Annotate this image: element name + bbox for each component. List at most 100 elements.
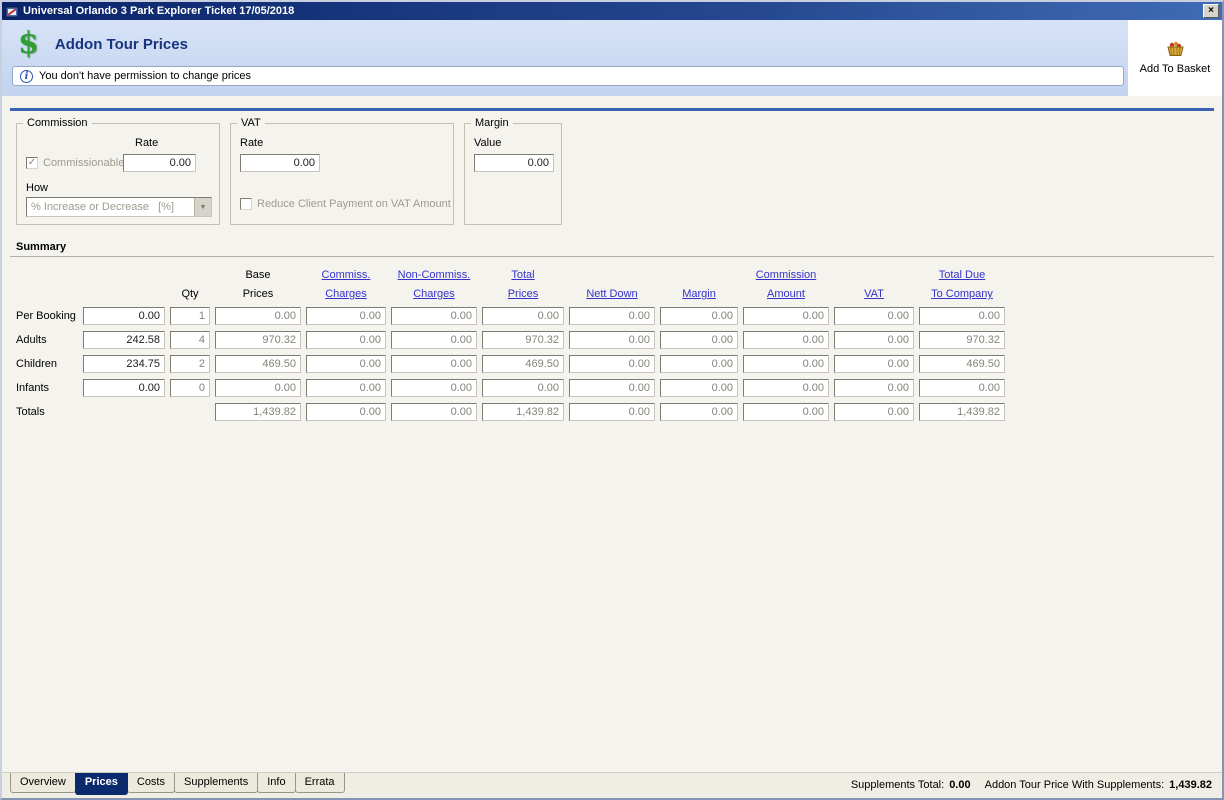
reduce-vat-checkbox[interactable]: Reduce Client Payment on VAT Amount [240,198,451,210]
perbooking-vat-field[interactable]: 0.00 [834,307,914,325]
col-commiss-header-2[interactable]: Charges [306,288,386,301]
adults-commission-field[interactable]: 0.00 [743,331,829,349]
perbooking-base-field[interactable]: 0.00 [215,307,301,325]
close-icon: × [1208,5,1214,16]
col-commission-header-1[interactable]: Commission [743,269,829,282]
totals-noncommiss-field[interactable]: 0.00 [391,403,477,421]
totals-commission-field[interactable]: 0.00 [743,403,829,421]
infants-base-field[interactable]: 0.00 [215,379,301,397]
infants-vat-field[interactable]: 0.00 [834,379,914,397]
page-title: Addon Tour Prices [54,35,188,53]
margin-value-input[interactable]: 0.00 [474,154,554,172]
infants-total-field[interactable]: 0.00 [482,379,564,397]
children-commiss-field[interactable]: 0.00 [306,355,386,373]
price-with-supplements-value: 1,439.82 [1169,779,1212,791]
infants-commiss-field[interactable]: 0.00 [306,379,386,397]
perbooking-nettdown-field[interactable]: 0.00 [569,307,655,325]
col-commission-header-2[interactable]: Amount [743,288,829,301]
tab-errata[interactable]: Errata [294,773,345,793]
perbooking-total-field[interactable]: 0.00 [482,307,564,325]
perbooking-commiss-field[interactable]: 0.00 [306,307,386,325]
col-totaldue-header-1[interactable]: Total Due [919,269,1005,282]
adults-qty-field[interactable]: 4 [170,331,210,349]
basket-icon [1164,41,1186,60]
col-vat-header[interactable]: VAT [834,288,914,301]
children-qty-field[interactable]: 2 [170,355,210,373]
infants-qty-field[interactable]: 0 [170,379,210,397]
adults-totaldue-field[interactable]: 970.32 [919,331,1005,349]
perbooking-unit-field[interactable]: 0.00 [83,307,165,325]
adults-margin-field[interactable]: 0.00 [660,331,738,349]
totals-commiss-field[interactable]: 0.00 [306,403,386,421]
commission-rate-input[interactable]: 0.00 [123,154,196,172]
children-noncommiss-field[interactable]: 0.00 [391,355,477,373]
reduce-vat-label: Reduce Client Payment on VAT Amount [257,198,451,210]
add-to-basket-button[interactable]: Add To Basket [1128,20,1222,96]
options-row: Commission Rate ✓ Commissionable 0.00 Ho… [16,117,1222,225]
tabs: Overview Prices Costs Supplements Info E… [10,773,345,795]
col-qty-header: Qty [181,288,199,300]
titlebar[interactable]: Universal Orlando 3 Park Explorer Ticket… [2,2,1222,20]
vat-legend: VAT [237,117,265,129]
header-left: $ Addon Tour Prices i You don't have per… [2,20,1128,96]
perbooking-commission-field[interactable]: 0.00 [743,307,829,325]
statusbar: Supplements Total: 0.00 Addon Tour Price W… [851,773,1212,791]
header: $ Addon Tour Prices i You don't have per… [2,20,1222,96]
col-nettdown-header[interactable]: Nett Down [569,288,655,301]
adults-total-field[interactable]: 970.32 [482,331,564,349]
children-margin-field[interactable]: 0.00 [660,355,738,373]
infants-noncommiss-field[interactable]: 0.00 [391,379,477,397]
how-dropdown[interactable]: % Increase or Decrease [%] ▼ [26,197,212,217]
adults-base-field[interactable]: 970.32 [215,331,301,349]
row-label-adults: Adults [16,334,47,346]
children-totaldue-field[interactable]: 469.50 [919,355,1005,373]
tab-costs[interactable]: Costs [126,773,175,793]
add-to-basket-label: Add To Basket [1139,63,1211,75]
infants-nettdown-field[interactable]: 0.00 [569,379,655,397]
summary-heading: Summary [10,241,1214,257]
infants-unit-field[interactable]: 0.00 [83,379,165,397]
close-button[interactable]: × [1203,4,1219,18]
col-noncommiss-header-1[interactable]: Non-Commiss. [391,269,477,282]
children-unit-field[interactable]: 234.75 [83,355,165,373]
totals-totaldue-field[interactable]: 1,439.82 [919,403,1005,421]
infants-totaldue-field[interactable]: 0.00 [919,379,1005,397]
adults-unit-field[interactable]: 242.58 [83,331,165,349]
children-vat-field[interactable]: 0.00 [834,355,914,373]
infants-margin-field[interactable]: 0.00 [660,379,738,397]
tab-info[interactable]: Info [257,773,296,793]
adults-nettdown-field[interactable]: 0.00 [569,331,655,349]
col-total-header-2[interactable]: Prices [482,288,564,301]
col-commiss-header-1[interactable]: Commiss. [306,269,386,282]
infants-commission-field[interactable]: 0.00 [743,379,829,397]
info-icon: i [20,69,33,83]
tab-supplements[interactable]: Supplements [174,773,259,793]
children-total-field[interactable]: 469.50 [482,355,564,373]
col-totaldue-header-2[interactable]: To Company [919,288,1005,301]
col-margin-header[interactable]: Margin [660,288,738,301]
totals-base-field[interactable]: 1,439.82 [215,403,301,421]
tab-prices[interactable]: Prices [74,773,128,795]
perbooking-noncommiss-field[interactable]: 0.00 [391,307,477,325]
totals-nettdown-field[interactable]: 0.00 [569,403,655,421]
totals-margin-field[interactable]: 0.00 [660,403,738,421]
totals-vat-field[interactable]: 0.00 [834,403,914,421]
adults-commiss-field[interactable]: 0.00 [306,331,386,349]
summary-table: Base Commiss. Non-Commiss. Total Commiss… [16,269,1222,421]
commissionable-checkbox[interactable]: ✓ Commissionable [26,157,124,169]
tab-overview[interactable]: Overview [10,773,76,793]
col-noncommiss-header-2[interactable]: Charges [391,288,477,301]
children-base-field[interactable]: 469.50 [215,355,301,373]
perbooking-totaldue-field[interactable]: 0.00 [919,307,1005,325]
children-nettdown-field[interactable]: 0.00 [569,355,655,373]
children-commission-field[interactable]: 0.00 [743,355,829,373]
totals-total-field[interactable]: 1,439.82 [482,403,564,421]
adults-vat-field[interactable]: 0.00 [834,331,914,349]
col-total-header-1[interactable]: Total [482,269,564,282]
commission-rate-label: Rate [135,137,159,149]
adults-noncommiss-field[interactable]: 0.00 [391,331,477,349]
main-content: Commission Rate ✓ Commissionable 0.00 Ho… [2,96,1222,772]
perbooking-qty-field[interactable]: 1 [170,307,210,325]
vat-rate-input[interactable]: 0.00 [240,154,320,172]
perbooking-margin-field[interactable]: 0.00 [660,307,738,325]
